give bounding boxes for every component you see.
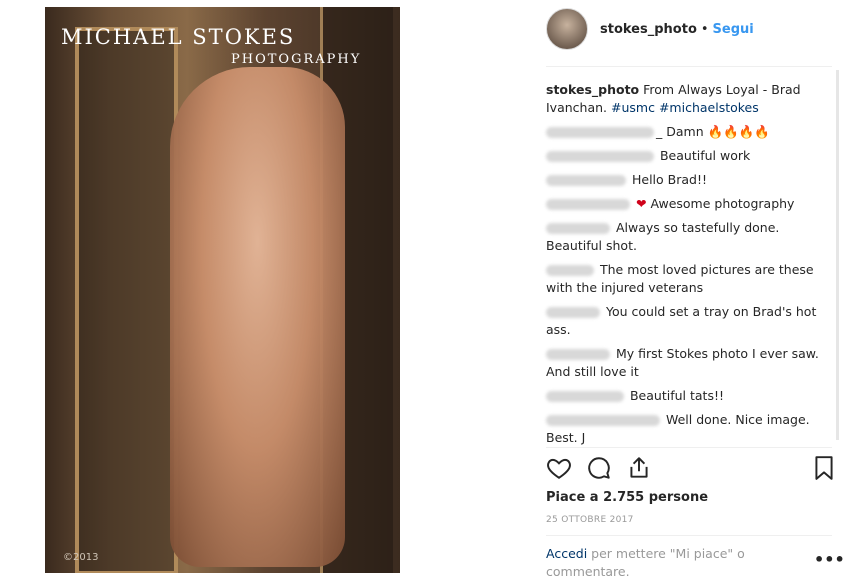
header-divider: [546, 66, 832, 67]
hashtag-michaelstokes[interactable]: #michaelstokes: [659, 100, 759, 115]
list-item: Beautiful work: [546, 147, 826, 165]
photo-watermark-subtitle: PHOTOGRAPHY: [231, 52, 362, 67]
comment-icon[interactable]: [586, 455, 612, 481]
actions-divider: [546, 447, 832, 448]
comment-username[interactable]: [546, 307, 600, 318]
comments-list: stokes_photo From Always Loyal - Brad Iv…: [546, 81, 826, 453]
post-header: stokes_photo • Segui: [546, 8, 754, 50]
list-item: You could set a tray on Brad's hot ass.: [546, 303, 826, 339]
list-item: Well done. Nice image. Best. J: [546, 411, 826, 447]
photo-copyright: ©2013: [63, 552, 99, 563]
bookmark-icon[interactable]: [811, 455, 837, 481]
heart-icon[interactable]: [546, 455, 572, 481]
photo-watermark-title: MICHAEL STOKES: [61, 25, 296, 49]
likes-count[interactable]: Piace a 2.755 persone: [546, 490, 708, 505]
comment-username[interactable]: [546, 415, 660, 426]
list-item: Hello Brad!!: [546, 171, 826, 189]
photo-subject: [170, 67, 345, 567]
post-sidebar: stokes_photo • Segui stokes_photo From A…: [530, 0, 843, 588]
list-item: My first Stokes photo I ever saw. And st…: [546, 345, 826, 381]
comment-text: Beautiful work: [659, 148, 751, 163]
heart-emoji: ❤: [635, 196, 647, 211]
comment-username[interactable]: [546, 151, 654, 162]
avatar[interactable]: [546, 8, 588, 50]
post-image[interactable]: MICHAEL STOKES PHOTOGRAPHY ©2013: [45, 7, 400, 573]
hashtag-usmc[interactable]: #usmc: [611, 100, 655, 115]
list-item: ❤ Awesome photography: [546, 195, 826, 213]
action-bar: [546, 455, 833, 483]
door-left: [75, 27, 178, 573]
comment-username[interactable]: [546, 199, 630, 210]
comment-username[interactable]: [546, 265, 594, 276]
post-date[interactable]: 25 OTTOBRE 2017: [546, 515, 634, 525]
more-options-icon[interactable]: •••: [814, 550, 843, 569]
list-item: Always so tastefully done. Beautiful sho…: [546, 219, 826, 255]
list-item: Beautiful tats!!: [546, 387, 826, 405]
comment-username[interactable]: [546, 175, 626, 186]
comment-username[interactable]: [546, 349, 610, 360]
caption: stokes_photo From Always Loyal - Brad Iv…: [546, 81, 826, 117]
comment-username[interactable]: [546, 127, 654, 138]
comment-text: Beautiful tats!!: [629, 388, 724, 403]
follow-button[interactable]: Segui: [713, 22, 754, 37]
comment-text: Damn: [666, 124, 708, 139]
login-divider: [546, 535, 832, 536]
comment-text: Hello Brad!!: [631, 172, 707, 187]
comment-username[interactable]: [546, 223, 610, 234]
comment-username[interactable]: [546, 391, 624, 402]
login-link[interactable]: Accedi: [546, 546, 587, 561]
header-username[interactable]: stokes_photo: [600, 22, 697, 37]
header-separator: •: [700, 21, 709, 37]
comments-scrollbar[interactable]: [836, 70, 839, 440]
comment-text: Awesome photography: [646, 196, 795, 211]
fire-emoji: 🔥🔥🔥🔥: [707, 124, 770, 139]
login-prompt: Accedi per mettere "Mi piace" o commenta…: [546, 545, 786, 581]
caption-username[interactable]: stokes_photo: [546, 82, 639, 97]
list-item: The most loved pictures are these with t…: [546, 261, 826, 297]
share-icon[interactable]: [626, 455, 652, 481]
list-item: _ Damn 🔥🔥🔥🔥: [546, 123, 826, 141]
